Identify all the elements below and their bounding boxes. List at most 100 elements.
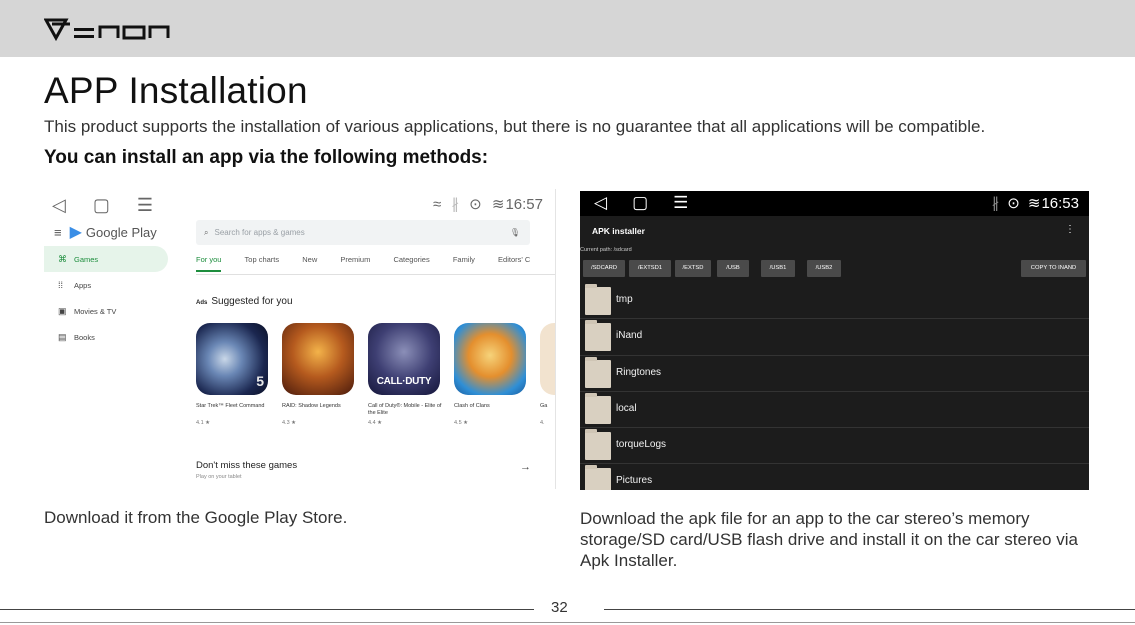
overflow-menu-icon[interactable]: ⋮: [1065, 224, 1075, 235]
menu-icon[interactable]: ☰: [673, 193, 688, 212]
folder-name: tmp: [616, 294, 633, 305]
app-rating: 4.1 ★: [196, 420, 211, 426]
folder-name: local: [616, 402, 637, 414]
arrow-right-icon[interactable]: →: [520, 461, 531, 473]
app-name: Star Trek™ Fleet Command: [196, 403, 265, 409]
app-card-partial[interactable]: Ga 4.: [540, 323, 555, 426]
back-icon[interactable]: ◁: [594, 193, 607, 212]
app-card-star-trek[interactable]: 5 Star Trek™ Fleet Command 4.1 ★: [196, 323, 272, 426]
tab-top-charts[interactable]: Top charts: [245, 255, 280, 264]
app-icon-raid: [282, 323, 354, 395]
app-name: Call of Duty®: Mobile - Elite of the Eli…: [368, 403, 442, 416]
folder-list: tmp iNand Ringtones local torqueLogs Pic…: [580, 283, 1089, 490]
folder-name: torqueLogs: [616, 439, 667, 451]
app-icon-call-of-duty: CALL·DUTY: [368, 323, 440, 395]
list-item[interactable]: Pictures: [580, 464, 1089, 490]
app-card-clash-of-clans[interactable]: Clash of Clans 4.5 ★: [454, 323, 530, 426]
mic-icon[interactable]: 🎙: [510, 220, 520, 245]
status-bar: ◁ ▢ ☰ ∦ ⊙ ≋16:53: [580, 191, 1089, 216]
bluetooth-icon: ∦: [451, 196, 459, 213]
list-item[interactable]: iNand: [580, 319, 1089, 356]
google-play-screenshot: ◁ ▢ ☰ ≈ ∦ ⊙ ≋16:57 ≡ ▶ Google Play ⌘ Games …: [44, 189, 556, 489]
tab-new[interactable]: New: [302, 255, 317, 264]
play-sidebar: ⌘ Games ⁞⁞ Apps ▣ Movies & TV ▤ Books: [44, 246, 168, 350]
eonon-logo: [44, 18, 170, 42]
gamepad-icon: ⌘: [58, 254, 67, 264]
wifi-icon: ≋: [1027, 195, 1041, 212]
sdcard-button[interactable]: /SDCARD: [583, 260, 625, 277]
app-rating: 4.5 ★: [454, 420, 469, 426]
usb-button[interactable]: /USB: [717, 260, 749, 277]
tab-premium[interactable]: Premium: [340, 255, 370, 264]
app-rating: 4.: [540, 420, 545, 426]
suggested-heading: Ads Suggested for you: [196, 296, 293, 307]
caption-apk-installer: Download the apk file for an app to the …: [580, 509, 1078, 570]
google-play-logo-icon: ▶: [69, 224, 82, 241]
sidebar-item-movies[interactable]: ▣ Movies & TV: [44, 298, 168, 324]
folder-icon: [585, 429, 611, 461]
extsd1-button[interactable]: /EXTSD1: [629, 260, 671, 277]
bluetooth-icon: ∦: [991, 195, 1000, 212]
clock-time: 16:53: [1041, 195, 1079, 212]
search-icon: ⌕: [204, 228, 209, 237]
dont-miss-subtitle: Play on your tablet: [196, 474, 242, 480]
copy-to-inand-button[interactable]: COPY TO INAND: [1021, 260, 1086, 277]
app-rating: 4.4 ★: [368, 420, 383, 426]
folder-icon: [585, 356, 611, 388]
list-item[interactable]: Ringtones: [580, 356, 1089, 392]
footer-rule-left: [0, 609, 534, 610]
signal-icon: ≈: [433, 196, 442, 213]
folder-icon: [585, 284, 611, 315]
apk-installer-screenshot: ◁ ▢ ☰ ∦ ⊙ ≋16:53 APK installer ⋮ Current pat…: [580, 191, 1089, 490]
tab-categories[interactable]: Categories: [393, 255, 429, 264]
tab-editors-choice[interactable]: Editors' C: [498, 255, 530, 264]
storage-buttons: /SDCARD /EXTSD1 /EXTSD /USB /USB1 /USB2 …: [583, 260, 1086, 278]
wifi-icon: ≋: [491, 196, 505, 213]
list-item[interactable]: local: [580, 392, 1089, 429]
list-item[interactable]: torqueLogs: [580, 428, 1089, 465]
back-icon[interactable]: ◁: [52, 195, 66, 216]
home-icon[interactable]: ▢: [93, 195, 110, 216]
movie-icon: ▣: [58, 306, 67, 316]
app-name: Ga: [540, 403, 548, 409]
app-card-raid[interactable]: RAID: Shadow Legends 4.3 ★: [282, 323, 358, 426]
tab-family[interactable]: Family: [453, 255, 475, 264]
sidebar-item-label: Movies & TV: [74, 307, 117, 316]
folder-name: iNand: [616, 330, 643, 342]
sidebar-item-label: Games: [74, 255, 99, 264]
search-input[interactable]: ⌕ Search for apps & games 🎙: [196, 220, 530, 245]
folder-icon: [585, 392, 611, 424]
sidebar-item-label: Apps: [74, 281, 92, 290]
location-icon: ⊙: [1007, 195, 1020, 212]
sidebar-item-games[interactable]: ⌘ Games: [44, 246, 168, 272]
suggested-label: Suggested for you: [211, 296, 293, 307]
ads-badge: Ads: [196, 300, 208, 306]
apk-title: APK installer: [592, 226, 645, 236]
status-icons: ∦ ⊙ ≋16:53: [984, 194, 1079, 212]
folder-name: Pictures: [616, 475, 653, 487]
usb1-button[interactable]: /USB1: [761, 260, 795, 277]
menu-icon[interactable]: ☰: [137, 195, 153, 216]
search-placeholder: Search for apps & games: [214, 228, 305, 237]
play-tabs: For you Top charts New Premium Categorie…: [196, 255, 555, 272]
folder-name: Ringtones: [616, 366, 662, 378]
sidebar-item-apps[interactable]: ⁞⁞ Apps: [44, 272, 168, 298]
extsd-button[interactable]: /EXTSD: [675, 260, 711, 277]
current-path: Current path: /sdcard: [580, 247, 632, 253]
tab-for-you[interactable]: For you: [196, 255, 222, 272]
app-icon-partial: [540, 323, 555, 395]
folder-icon: [585, 320, 611, 352]
app-name: RAID: Shadow Legends: [282, 403, 341, 409]
tabs-divider: [196, 274, 555, 275]
app-icon-star-trek: 5: [196, 323, 268, 395]
sidebar-item-books[interactable]: ▤ Books: [44, 324, 168, 350]
list-item[interactable]: tmp: [580, 283, 1089, 320]
home-icon[interactable]: ▢: [632, 193, 648, 212]
folder-icon: [585, 465, 611, 490]
usb2-button[interactable]: /USB2: [807, 260, 841, 277]
hamburger-icon[interactable]: ≡: [54, 225, 62, 240]
dont-miss-heading: Don't miss these games: [196, 460, 298, 471]
page-title: APP Installation: [44, 70, 308, 111]
page-number: 32: [551, 599, 568, 616]
app-card-call-of-duty[interactable]: CALL·DUTY Call of Duty®: Mobile - Elite …: [368, 323, 444, 426]
